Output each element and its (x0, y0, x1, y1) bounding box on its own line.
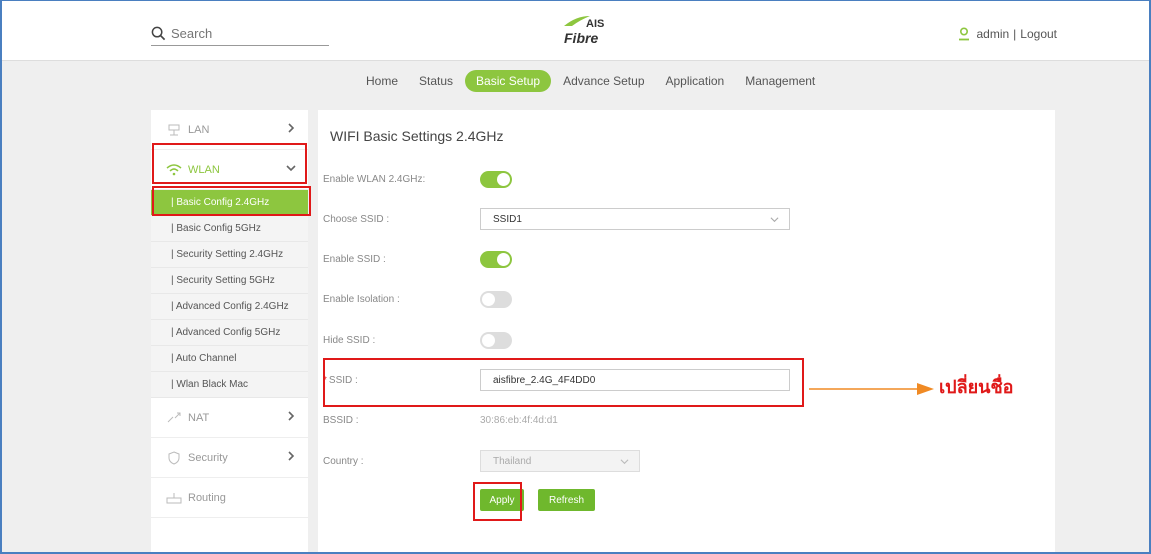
arrow-right-icon (809, 383, 934, 395)
hide-ssid-row: Hide SSID : (318, 327, 1055, 353)
sidebar-nat-label: NAT (188, 411, 210, 424)
nav-status[interactable]: Status (410, 70, 462, 92)
search-box[interactable] (151, 22, 329, 46)
wlan-submenu: | Basic Config 2.4GHz | Basic Config 5GH… (151, 190, 308, 398)
chevron-down-icon (770, 217, 779, 223)
user-icon (959, 27, 970, 41)
sidebar-group-routing[interactable]: Routing (151, 478, 308, 518)
logo-fibre-text: Fibre (564, 30, 599, 46)
page-title: WIFI Basic Settings 2.4GHz (330, 128, 504, 144)
country-value: Thailand (493, 455, 532, 467)
main-panel: WIFI Basic Settings 2.4GHz Enable WLAN 2… (318, 110, 1055, 554)
lan-icon (166, 123, 182, 137)
user-separator: | (1013, 27, 1017, 41)
chevron-down-icon (620, 459, 629, 465)
chevron-right-icon (288, 123, 295, 133)
enable-ssid-label: Enable SSID : (323, 253, 386, 265)
ssid-label: * SSID : (323, 375, 358, 386)
hide-ssid-toggle[interactable] (480, 331, 512, 349)
sidebar-security-label: Security (188, 451, 228, 464)
search-input[interactable] (171, 26, 321, 41)
enable-wlan-label: Enable WLAN 2.4GHz: (323, 173, 426, 185)
nat-icon (166, 411, 182, 425)
enable-wlan-toggle[interactable] (480, 170, 512, 188)
sidebar-item-advanced-24[interactable]: | Advanced Config 2.4GHz (151, 294, 308, 320)
bssid-label: BSSID : (323, 414, 359, 426)
nav-application[interactable]: Application (657, 70, 734, 92)
bssid-row: BSSID : 30:86:eb:4f:4d:d1 (318, 407, 1055, 433)
sidebar-item-basic-config-5[interactable]: | Basic Config 5GHz (151, 216, 308, 242)
country-select[interactable]: Thailand (480, 450, 640, 472)
sidebar-group-wlan[interactable]: WLAN (151, 150, 308, 190)
wifi-icon (166, 163, 182, 177)
nav-home[interactable]: Home (357, 70, 407, 92)
chevron-right-icon (288, 451, 295, 461)
sidebar-item-basic-config-24[interactable]: | Basic Config 2.4GHz (151, 190, 308, 216)
sidebar-routing-label: Routing (188, 491, 226, 504)
top-header: AIS Fibre admin | Logout (0, 0, 1151, 61)
user-area: admin | Logout (958, 27, 1057, 41)
nav-advance-setup[interactable]: Advance Setup (554, 70, 653, 92)
ais-fibre-logo: AIS Fibre (558, 14, 614, 48)
main-nav: Home Status Basic Setup Advance Setup Ap… (357, 70, 827, 92)
sidebar-group-nat[interactable]: NAT (151, 398, 308, 438)
logo-ais-text: AIS (586, 18, 605, 30)
choose-ssid-select[interactable]: SSID1 (480, 208, 790, 230)
sidebar-item-wlan-black-mac[interactable]: | Wlan Black Mac (151, 372, 308, 398)
apply-button[interactable]: Apply (480, 489, 524, 511)
sidebar-item-security-24[interactable]: | Security Setting 2.4GHz (151, 242, 308, 268)
enable-wlan-row: Enable WLAN 2.4GHz: (318, 166, 1055, 192)
annotation-note: เปลี่ยนชื่อ (939, 377, 1014, 398)
shield-icon (166, 450, 182, 465)
ssid-label-text: SSID : (328, 374, 358, 386)
enable-isolation-row: Enable Isolation : (318, 286, 1055, 312)
action-row: Apply Refresh (318, 489, 1055, 515)
chevron-down-icon (286, 165, 296, 172)
sidebar-item-security-5[interactable]: | Security Setting 5GHz (151, 268, 308, 294)
choose-ssid-row: Choose SSID : SSID1 (318, 206, 1055, 232)
choose-ssid-label: Choose SSID : (323, 213, 390, 225)
username[interactable]: admin (976, 27, 1009, 41)
bssid-value: 30:86:eb:4f:4d:d1 (480, 414, 558, 426)
choose-ssid-value: SSID1 (493, 213, 522, 225)
nav-management[interactable]: Management (736, 70, 824, 92)
chevron-right-icon (288, 411, 295, 421)
sidebar: LAN WLAN | Basic Config 2.4GHz | Basic C… (151, 110, 308, 554)
sidebar-item-auto-channel[interactable]: | Auto Channel (151, 346, 308, 372)
country-label: Country : (323, 455, 364, 467)
country-row: Country : Thailand (318, 448, 1055, 474)
enable-ssid-toggle[interactable] (480, 250, 512, 268)
refresh-button[interactable]: Refresh (538, 489, 595, 511)
sidebar-lan-label: LAN (188, 123, 210, 136)
enable-isolation-label: Enable Isolation : (323, 293, 400, 305)
enable-isolation-toggle[interactable] (480, 290, 512, 308)
nav-basic-setup[interactable]: Basic Setup (465, 70, 552, 92)
sidebar-item-advanced-5[interactable]: | Advanced Config 5GHz (151, 320, 308, 346)
router-icon (166, 491, 182, 505)
logout-link[interactable]: Logout (1020, 27, 1057, 41)
ssid-input[interactable]: aisfibre_2.4G_4F4DD0 (480, 369, 790, 391)
search-icon (151, 26, 166, 41)
hide-ssid-label: Hide SSID : (323, 334, 376, 346)
sidebar-wlan-label: WLAN (188, 163, 220, 176)
sidebar-group-lan[interactable]: LAN (151, 110, 308, 150)
enable-ssid-row: Enable SSID : (318, 246, 1055, 272)
required-mark: * (323, 374, 327, 386)
sidebar-group-security[interactable]: Security (151, 438, 308, 478)
